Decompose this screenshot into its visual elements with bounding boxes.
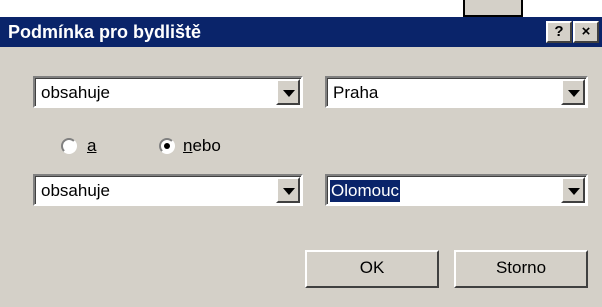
- value-select-1-value: Praha: [333, 83, 379, 102]
- condition-dialog: Podmínka pro bydliště ? × obsahuje Praha…: [0, 17, 602, 307]
- radio-or-label: nebo: [183, 136, 221, 155]
- dialog-title: Podmínka pro bydliště: [8, 22, 202, 42]
- operator-select-1[interactable]: obsahuje: [33, 76, 303, 108]
- close-button[interactable]: ×: [573, 21, 599, 43]
- value-select-1[interactable]: Praha: [325, 76, 588, 108]
- cancel-button[interactable]: Storno: [454, 250, 588, 288]
- help-button[interactable]: ?: [546, 21, 572, 43]
- radio-selected-dot-icon: [164, 143, 170, 149]
- operator-select-2[interactable]: obsahuje: [33, 174, 303, 206]
- chevron-down-icon[interactable]: [561, 177, 585, 203]
- value-select-2-value: Olomouc: [328, 179, 402, 203]
- ok-button[interactable]: OK: [305, 250, 439, 288]
- title-bar: Podmínka pro bydliště ? ×: [0, 17, 602, 47]
- radio-and-label: a: [87, 136, 97, 155]
- radio-or-circle[interactable]: [159, 138, 175, 154]
- background-window-button: [463, 0, 523, 17]
- value-select-2[interactable]: Olomouc: [325, 174, 588, 206]
- operator-select-1-value: obsahuje: [41, 83, 111, 102]
- chevron-down-icon[interactable]: [561, 79, 585, 105]
- chevron-down-icon[interactable]: [276, 177, 300, 203]
- chevron-down-icon[interactable]: [276, 79, 300, 105]
- operator-select-2-value: obsahuje: [41, 181, 111, 200]
- radio-and-circle[interactable]: [61, 138, 77, 154]
